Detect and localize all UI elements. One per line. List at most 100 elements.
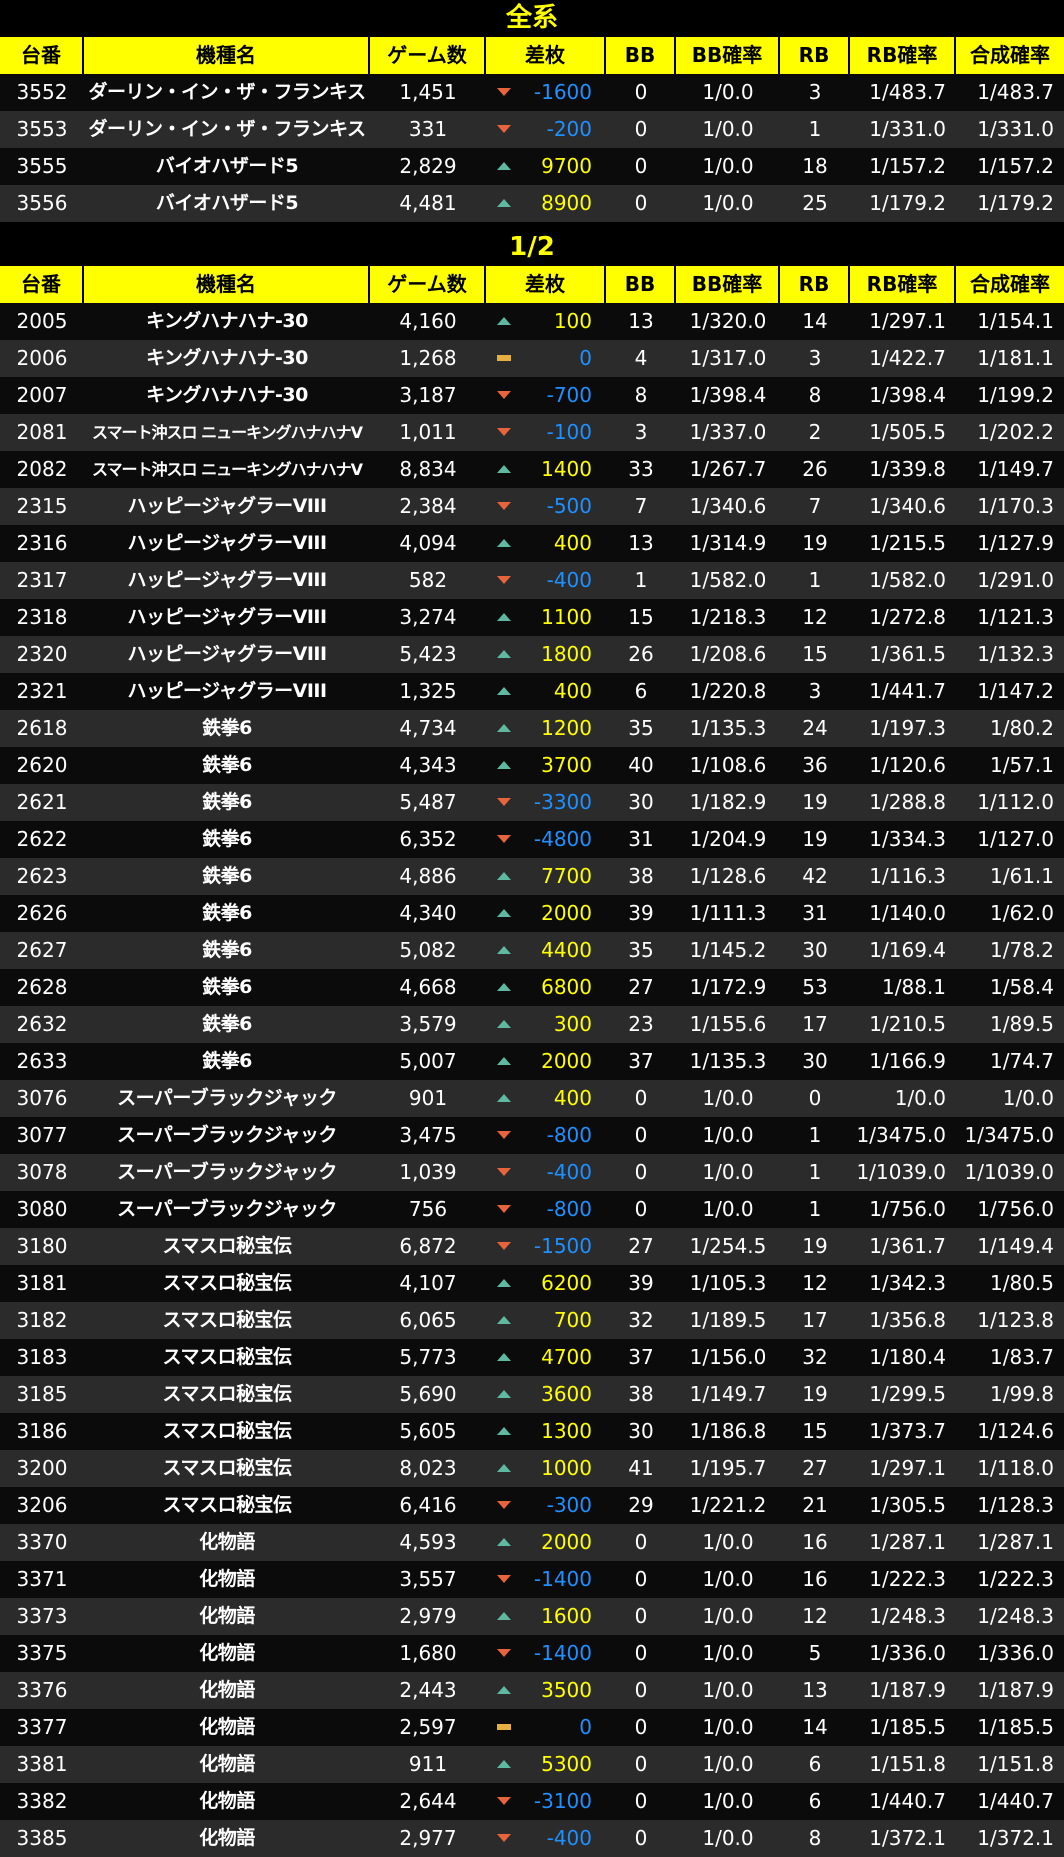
coin-diff: -400	[486, 1820, 606, 1857]
rb-count: 16	[780, 1561, 850, 1598]
coin-diff-value: -400	[546, 1160, 592, 1184]
table-row: 3376 化物語 2,443 3500 0 1/0.0 13 1/187.9 1/187.9	[0, 1672, 1064, 1709]
bb-count: 0	[606, 74, 676, 111]
machine-name: 化物語	[84, 1561, 370, 1598]
coin-diff: -1500	[486, 1228, 606, 1265]
machine-name: 鉄拳6	[84, 1043, 370, 1080]
machine-name: ハッピージャグラーVIII	[84, 525, 370, 562]
bb-count: 0	[606, 1598, 676, 1635]
trend-down-icon	[497, 391, 511, 399]
rb-count: 1	[780, 111, 850, 148]
bb-count: 27	[606, 969, 676, 1006]
trend-up-icon	[497, 1353, 511, 1361]
coin-diff-value: -1500	[533, 1234, 592, 1258]
machine-number: 3370	[0, 1524, 84, 1561]
rb-rate: 1/361.7	[850, 1228, 956, 1265]
trend-up-icon	[497, 1464, 511, 1472]
game-count: 6,065	[370, 1302, 486, 1339]
bb-count: 13	[606, 303, 676, 340]
machine-name: バイオハザード5	[84, 148, 370, 185]
bb-rate: 1/0.0	[676, 1561, 780, 1598]
rb-rate: 1/272.8	[850, 599, 956, 636]
table-row: 2627 鉄拳6 5,082 4400 35 1/145.2 30 1/169.4 1/78.2	[0, 932, 1064, 969]
rb-count: 13	[780, 1672, 850, 1709]
rb-rate: 1/334.3	[850, 821, 956, 858]
bb-rate: 1/340.6	[676, 488, 780, 525]
machine-number: 3552	[0, 74, 84, 111]
coin-diff-value: 3700	[541, 753, 592, 777]
table-row: 2006 キングハナハナ-30 1,268 0 4 1/317.0 3 1/422.7 1/18…	[0, 340, 1064, 377]
coin-diff: 1200	[486, 710, 606, 747]
game-count: 6,416	[370, 1487, 486, 1524]
coin-diff-value: -4800	[533, 827, 592, 851]
rb-rate: 1/305.5	[850, 1487, 956, 1524]
bb-rate: 1/182.9	[676, 784, 780, 821]
machine-name: ダーリン・イン・ザ・フランキス	[84, 74, 370, 111]
rb-count: 1	[780, 1117, 850, 1154]
game-count: 2,829	[370, 148, 486, 185]
combined-rate: 1/83.7	[956, 1339, 1064, 1376]
machine-number: 2315	[0, 488, 84, 525]
coin-diff: 1600	[486, 1598, 606, 1635]
machine-name: スマスロ秘宝伝	[84, 1450, 370, 1487]
trend-up-icon	[497, 1760, 511, 1768]
coin-diff: 2000	[486, 1524, 606, 1561]
machine-number: 2006	[0, 340, 84, 377]
rb-count: 12	[780, 1598, 850, 1635]
combined-rate: 1/147.2	[956, 673, 1064, 710]
coin-diff: 1100	[486, 599, 606, 636]
combined-rate: 1/181.1	[956, 340, 1064, 377]
rb-rate: 1/197.3	[850, 710, 956, 747]
coin-diff: -100	[486, 414, 606, 451]
game-count: 756	[370, 1191, 486, 1228]
machine-name: スーパーブラックジャック	[84, 1154, 370, 1191]
game-count: 2,979	[370, 1598, 486, 1635]
game-count: 5,423	[370, 636, 486, 673]
table-row: 3371 化物語 3,557 -1400 0 1/0.0 16 1/222.3 1/222.3	[0, 1561, 1064, 1598]
machine-number: 3206	[0, 1487, 84, 1524]
rb-rate: 1/140.0	[850, 895, 956, 932]
rb-rate: 1/297.1	[850, 303, 956, 340]
coin-diff-value: 0	[579, 346, 592, 370]
combined-rate: 1/78.2	[956, 932, 1064, 969]
rb-count: 53	[780, 969, 850, 1006]
table-row: 2082 スマート沖スロ ニューキングハナハナV 8,834 1400 33 1/267.…	[0, 451, 1064, 488]
coin-diff: -3300	[486, 784, 606, 821]
trend-up-icon	[497, 539, 511, 547]
header-game-count: ゲーム数	[370, 37, 486, 74]
rb-rate: 1/1039.0	[850, 1154, 956, 1191]
combined-rate: 1/3475.0	[956, 1117, 1064, 1154]
coin-diff: -4800	[486, 821, 606, 858]
coin-diff-value: 8900	[541, 191, 592, 215]
coin-diff-value: -3300	[533, 790, 592, 814]
header-bb-count: BB	[606, 266, 676, 303]
table-row: 2618 鉄拳6 4,734 1200 35 1/135.3 24 1/197.3 1/80.2	[0, 710, 1064, 747]
trend-down-icon	[497, 125, 511, 133]
coin-diff-value: 6200	[541, 1271, 592, 1295]
trend-down-icon	[497, 1168, 511, 1176]
bb-rate: 1/195.7	[676, 1450, 780, 1487]
coin-diff-value: 400	[553, 531, 592, 555]
rb-rate: 1/297.1	[850, 1450, 956, 1487]
section-title: 全系	[0, 0, 1064, 37]
header-rb-rate: RB確率	[850, 266, 956, 303]
coin-diff-value: 9700	[541, 154, 592, 178]
header-combined-rate: 合成確率	[956, 266, 1064, 303]
machine-name: 鉄拳6	[84, 1006, 370, 1043]
table-row: 3183 スマスロ秘宝伝 5,773 4700 37 1/156.0 32 1/180.4 1/…	[0, 1339, 1064, 1376]
rb-count: 5	[780, 1635, 850, 1672]
coin-diff: 8900	[486, 185, 606, 222]
coin-diff-value: 1100	[541, 605, 592, 629]
bb-count: 27	[606, 1228, 676, 1265]
bb-rate: 1/135.3	[676, 1043, 780, 1080]
table-row: 3553 ダーリン・イン・ザ・フランキス 331 -200 0 1/0.0 1 1/331.0…	[0, 111, 1064, 148]
game-count: 1,011	[370, 414, 486, 451]
rb-count: 31	[780, 895, 850, 932]
trend-up-icon	[497, 761, 511, 769]
game-count: 582	[370, 562, 486, 599]
coin-diff: 2000	[486, 895, 606, 932]
rb-rate: 1/166.9	[850, 1043, 956, 1080]
table-row: 2321 ハッピージャグラーVIII 1,325 400 6 1/220.8 3 1/441.…	[0, 673, 1064, 710]
rb-count: 19	[780, 1228, 850, 1265]
rb-count: 1	[780, 1154, 850, 1191]
